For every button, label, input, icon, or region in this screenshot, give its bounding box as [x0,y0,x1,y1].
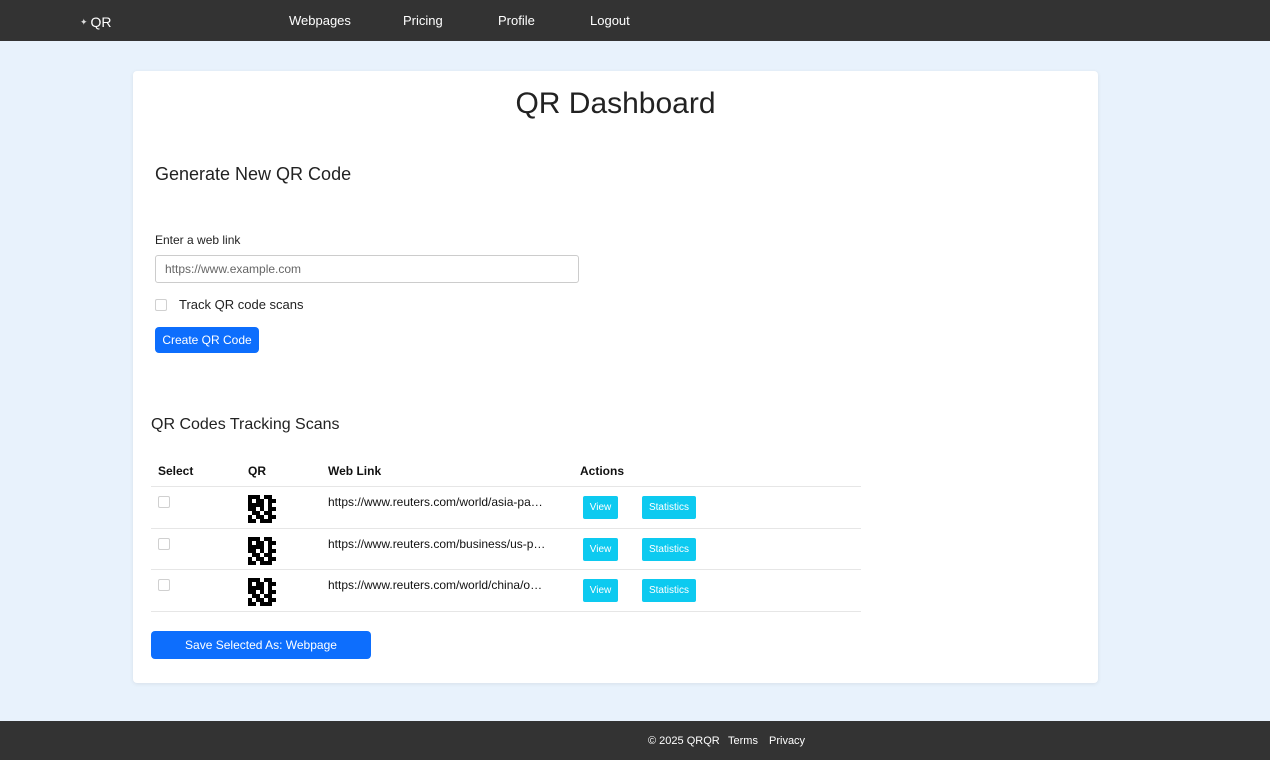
table-row: https://www.reuters.com/world/china/oe… … [151,570,861,612]
qr-code-image [248,495,276,523]
track-scans-row: Track QR code scans [155,297,304,312]
brand-logo-link[interactable]: ✦ QR [80,14,112,30]
nav-link-logout[interactable]: Logout [590,13,630,28]
view-button[interactable]: View [583,579,618,602]
qr-table: Select QR Web Link Actions https://www.r… [151,455,861,612]
generate-heading: Generate New QR Code [155,164,352,184]
top-navbar: ✦ QR Webpages Pricing Profile Logout [0,0,1270,41]
column-header-qr: QR [248,464,266,478]
column-header-actions: Actions [580,464,625,478]
statistics-button[interactable]: Statistics [642,496,696,519]
tracking-heading: QR Codes Tracking Scans [151,416,340,433]
save-selected-button[interactable]: Save Selected As: Webpage [151,631,371,659]
brand-text: QR [90,14,112,30]
row-select-checkbox[interactable] [158,496,170,508]
web-link-input[interactable] [155,255,579,283]
table-header: Select QR Web Link Actions [151,455,861,487]
table-row: https://www.reuters.com/business/us-pr… … [151,529,861,570]
track-scans-checkbox[interactable] [155,298,167,311]
nav-link-profile[interactable]: Profile [498,13,535,28]
view-button[interactable]: View [583,537,618,561]
row-web-link[interactable]: https://www.reuters.com/world/china/oe… [328,578,548,592]
statistics-button[interactable]: Statistics [642,579,696,602]
page-title: QR Dashboard [515,87,716,120]
dashboard-card: QR Dashboard Generate New QR Code Enter … [133,71,1098,683]
row-select-checkbox[interactable] [158,537,170,550]
column-header-select: Select [158,464,194,478]
row-select-checkbox[interactable] [158,579,170,591]
table-row: https://www.reuters.com/world/asia-pac… … [151,487,861,529]
nav-link-pricing[interactable]: Pricing [403,13,443,28]
web-link-label: Enter a web link [155,233,241,247]
track-scans-label: Track QR code scans [179,297,304,312]
nav-link-webpages[interactable]: Webpages [289,13,351,28]
footer-link-privacy[interactable]: Privacy [769,735,805,747]
footer: © 2025 QRQR Terms Privacy [0,721,1270,760]
qr-code-image [248,536,276,565]
statistics-button[interactable]: Statistics [642,537,696,561]
row-web-link[interactable]: https://www.reuters.com/business/us-pr… [328,537,548,551]
qr-code-image [248,578,276,606]
footer-copyright: © 2025 QRQR [648,735,720,747]
view-button[interactable]: View [583,496,618,519]
sparkle-icon: ✦ [80,16,88,27]
row-web-link[interactable]: https://www.reuters.com/world/asia-pac… [328,495,548,509]
column-header-web-link: Web Link [328,464,382,478]
create-qr-button[interactable]: Create QR Code [155,327,259,353]
footer-link-terms[interactable]: Terms [728,735,758,747]
